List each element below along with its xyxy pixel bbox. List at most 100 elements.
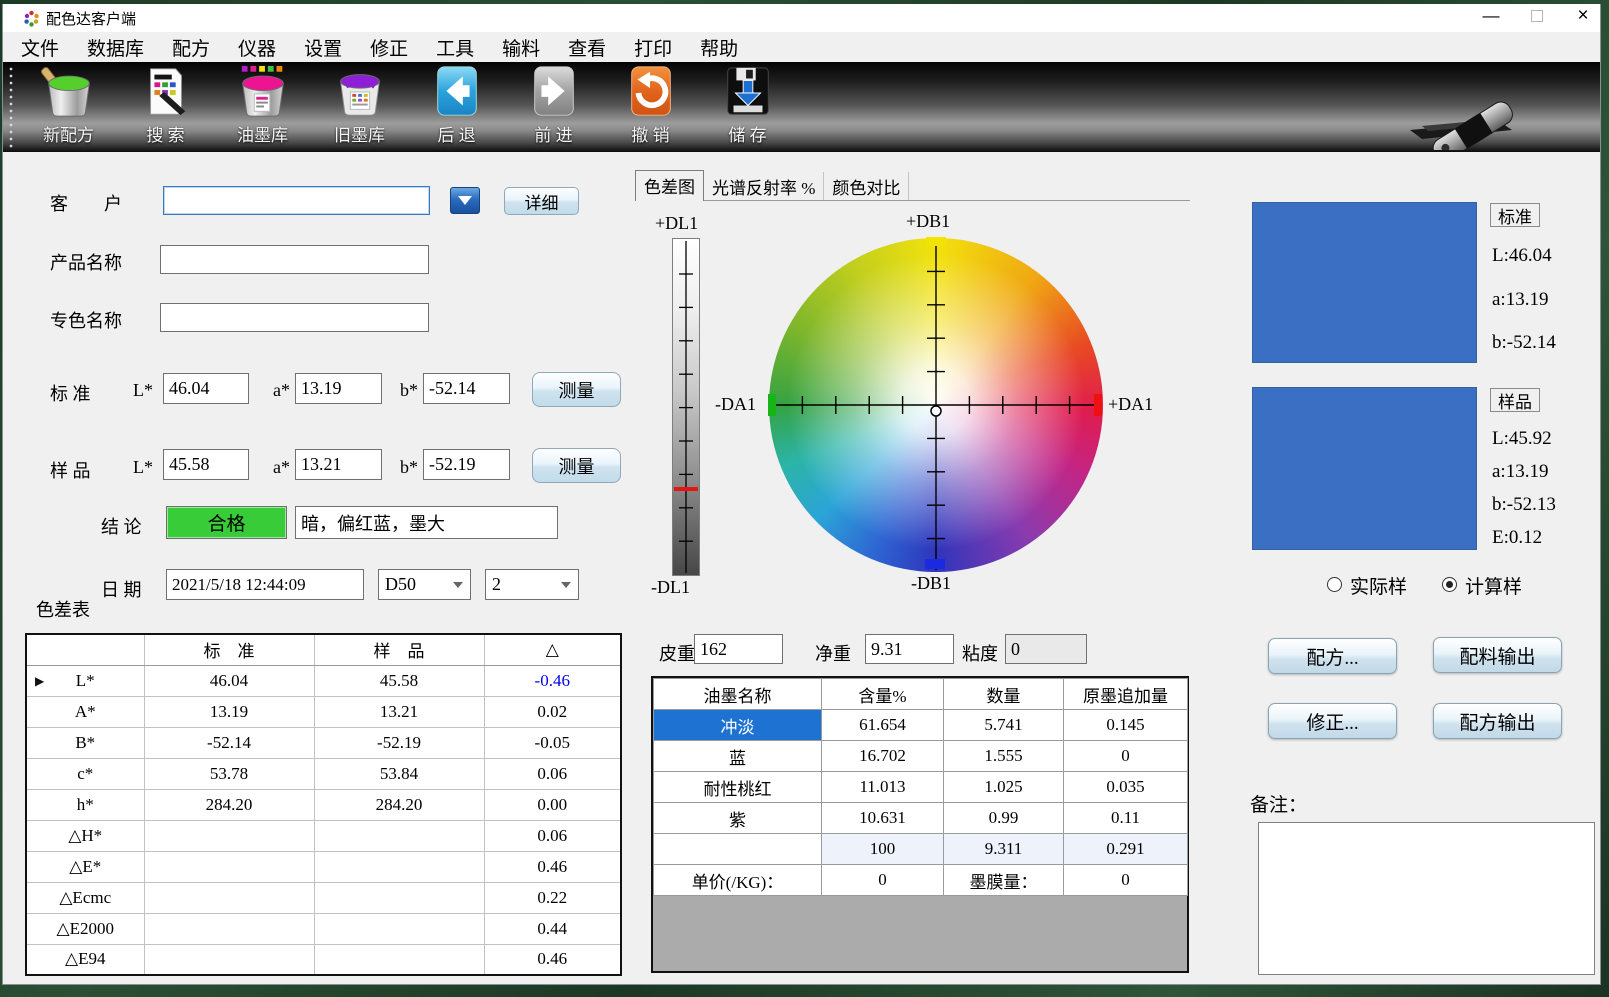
conclusion-label: 结 论 xyxy=(101,513,142,539)
table-row[interactable]: △E2000 0.44 xyxy=(26,913,621,944)
ink-film-label: 墨膜量： xyxy=(944,865,1064,896)
calculated-sample-radio[interactable] xyxy=(1442,577,1457,592)
tab-color-diff-chart[interactable]: 色差图 xyxy=(635,170,704,201)
menu-print[interactable]: 打印 xyxy=(620,33,686,62)
ink-library-button[interactable]: 油墨库 xyxy=(214,62,311,150)
new-formula-button[interactable]: 新配方 xyxy=(20,62,117,150)
toolbar-label: 旧墨库 xyxy=(334,121,385,146)
ink-row[interactable]: 耐性桃红11.013 1.0250.035 xyxy=(654,772,1188,803)
table-row[interactable]: B*-52.14 -52.19-0.05 xyxy=(26,727,621,758)
da-negative-marker xyxy=(768,394,776,416)
standard-l-input[interactable] xyxy=(163,373,249,404)
undo-button[interactable]: 撤 销 xyxy=(602,62,699,150)
ink-row-selected[interactable]: 冲淡 61.654 5.741 0.145 xyxy=(654,710,1188,741)
menu-help[interactable]: 帮助 xyxy=(686,33,752,62)
menu-instrument[interactable]: 仪器 xyxy=(224,33,290,62)
ink-film-value: 0 xyxy=(1064,865,1188,896)
toolbar-label: 新配方 xyxy=(43,121,94,146)
table-row[interactable]: △E94 0.46 xyxy=(26,944,621,975)
tab-color-compare[interactable]: 颜色对比 xyxy=(824,172,909,200)
observer-select[interactable]: 2 xyxy=(485,569,579,600)
customer-input[interactable] xyxy=(163,186,430,215)
standard-b-input[interactable] xyxy=(423,373,510,404)
app-logo-icon xyxy=(23,10,40,27)
toolbar-gripper xyxy=(8,66,18,148)
net-weight-label: 净重 xyxy=(815,640,851,666)
customer-dropdown-button[interactable] xyxy=(450,187,480,214)
remark-textarea[interactable] xyxy=(1258,822,1595,975)
formula-output-button[interactable]: 配方输出 xyxy=(1433,703,1562,739)
sample-l-input[interactable] xyxy=(163,449,249,480)
save-button[interactable]: 储 存 xyxy=(699,62,796,150)
tare-weight-input[interactable] xyxy=(694,634,783,664)
measure-sample-button[interactable]: 测量 xyxy=(532,448,621,483)
menu-file[interactable]: 文件 xyxy=(7,33,73,62)
illuminant-value: D50 xyxy=(385,574,416,595)
sample-row-label: 样 品 xyxy=(50,457,91,483)
table-row[interactable]: △H* 0.06 xyxy=(26,820,621,851)
toolbar-label: 撤 销 xyxy=(631,121,669,146)
customer-label: 客 户 xyxy=(50,190,122,216)
table-row[interactable]: △Ecmc 0.22 xyxy=(26,882,621,913)
header-quantity: 数量 xyxy=(944,679,1064,710)
measure-standard-button[interactable]: 测量 xyxy=(532,372,621,407)
date-label: 日 期 xyxy=(101,576,142,602)
sample-b-input[interactable] xyxy=(423,449,510,480)
product-name-input[interactable] xyxy=(160,245,429,274)
net-weight-input[interactable] xyxy=(865,634,954,664)
actual-sample-label: 实际样 xyxy=(1350,572,1407,599)
dropdown-arrow-icon xyxy=(458,196,472,205)
ink-row[interactable]: 紫10.631 0.990.11 xyxy=(654,803,1188,834)
standard-a-value: a:13.19 xyxy=(1492,289,1548,311)
search-button[interactable]: 搜 索 xyxy=(117,62,214,150)
correct-button[interactable]: 修正... xyxy=(1268,703,1397,739)
sample-b-value: b:-52.13 xyxy=(1492,494,1556,516)
menu-database[interactable]: 数据库 xyxy=(73,33,158,62)
undo-arrow-icon xyxy=(623,62,679,120)
spot-color-input[interactable] xyxy=(160,303,429,332)
table-row[interactable]: c*53.78 53.840.06 xyxy=(26,758,621,789)
illuminant-select[interactable]: D50 xyxy=(378,569,471,600)
floppy-save-icon xyxy=(720,62,776,120)
observer-value: 2 xyxy=(492,574,501,595)
unit-price-value: 0 xyxy=(822,865,944,896)
menu-feed[interactable]: 输料 xyxy=(488,33,554,62)
table-row[interactable]: △E* 0.46 xyxy=(26,851,621,882)
sample-a-input[interactable] xyxy=(295,449,382,480)
table-row[interactable]: h*284.20 284.200.00 xyxy=(26,789,621,820)
tab-spectral-reflectance[interactable]: 光谱反射率 % xyxy=(704,172,824,200)
sample-chip: 样品 xyxy=(1490,388,1540,412)
date-input[interactable] xyxy=(166,569,364,600)
ink-header-row: 油墨名称 含量% 数量 原墨追加量 xyxy=(654,679,1188,710)
viscosity-input[interactable] xyxy=(1005,634,1087,664)
actual-sample-radio[interactable] xyxy=(1327,577,1342,592)
menu-settings[interactable]: 设置 xyxy=(290,33,356,62)
standard-a-input[interactable] xyxy=(295,373,382,404)
paint-bucket-green-icon xyxy=(41,62,97,120)
table-row[interactable]: ▶L* 46.04 45.58 -0.46 xyxy=(26,665,621,696)
color-difference-diagram: +DL1 -DL1 +DB1 -DB1 -DA1 +DA1 xyxy=(635,201,1190,601)
menu-correction[interactable]: 修正 xyxy=(356,33,422,62)
toolbar-label: 前 进 xyxy=(534,121,572,146)
menu-formula[interactable]: 配方 xyxy=(158,33,224,62)
diff-table-title: 色差表 xyxy=(36,596,90,622)
back-button[interactable]: 后 退 xyxy=(408,62,505,150)
detail-button[interactable]: 详细 xyxy=(504,187,579,215)
formula-button[interactable]: 配方... xyxy=(1268,638,1397,674)
table-row[interactable]: A*13.19 13.210.02 xyxy=(26,696,621,727)
menu-view[interactable]: 查看 xyxy=(554,33,620,62)
sample-color-swatch xyxy=(1252,387,1477,550)
forward-button[interactable]: 前 进 xyxy=(505,62,602,150)
color-difference-table: 标 准 样 品 △ ▶L* 46.04 45.58 -0.46 A*13.19 … xyxy=(25,633,622,976)
row-selector-icon: ▶ xyxy=(35,674,44,689)
sample-b-label: b* xyxy=(400,457,418,478)
menu-tools[interactable]: 工具 xyxy=(422,33,488,62)
standard-color-swatch xyxy=(1252,202,1477,363)
old-ink-library-button[interactable]: 旧墨库 xyxy=(311,62,408,150)
toolbar-label: 后 退 xyxy=(437,121,475,146)
ink-row[interactable]: 蓝16.702 1.5550 xyxy=(654,741,1188,772)
product-name-label: 产品名称 xyxy=(50,249,122,275)
toolbar-label: 搜 索 xyxy=(146,121,184,146)
back-arrow-icon xyxy=(429,62,485,120)
material-output-button[interactable]: 配料输出 xyxy=(1433,637,1562,673)
